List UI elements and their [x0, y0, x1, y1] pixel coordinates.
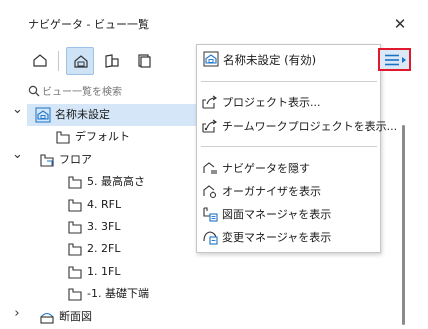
- tree-item-label: 断面図: [59, 309, 92, 323]
- tree-item[interactable]: 2. 2FL: [0, 238, 200, 260]
- title-bar: ナビゲータ - ビュー一覧 ✕: [0, 0, 428, 38]
- menu-item-label: オーガナイザを表示: [222, 185, 321, 198]
- tree-item[interactable]: 3. 3FL: [0, 216, 200, 238]
- view-icon: [67, 174, 83, 194]
- menu-item-label: 変更マネージャを表示: [222, 231, 332, 244]
- view-map-button[interactable]: [66, 47, 94, 75]
- tree-item[interactable]: ⌄ フロア: [0, 148, 200, 172]
- view-icon: [67, 286, 83, 306]
- tree-item-label: -1. 基礎下端: [87, 287, 149, 301]
- chevron-down-icon[interactable]: ⌄: [12, 103, 23, 116]
- options-menu-button[interactable]: [378, 48, 411, 71]
- menu-item-show-drawing-manager[interactable]: 図面マネージャを表示: [197, 203, 380, 225]
- dropdown-header-label: 名称未設定 (有効): [223, 53, 317, 67]
- menu-item-label: ナビゲータを隠す: [222, 162, 310, 175]
- toolbar-divider: [58, 51, 59, 71]
- view-map-root-icon: [35, 107, 51, 127]
- view-icon: [67, 264, 83, 284]
- close-icon[interactable]: ✕: [392, 16, 408, 32]
- dropdown-divider: [201, 81, 377, 82]
- tree-item[interactable]: 4. RFL: [0, 194, 200, 216]
- section-folder-icon: [39, 309, 55, 329]
- organizer-icon: [203, 185, 217, 199]
- tree-item[interactable]: › 断面図: [0, 306, 200, 328]
- tree-item[interactable]: デフォルト: [0, 126, 200, 148]
- navigator-window: ナビゲータ - ビュー一覧 ✕ ビュー一覧を検索 ⌄ 名称未設定 デフォルト ⌄…: [0, 0, 428, 325]
- tree-item-label: 1. 1FL: [87, 264, 121, 278]
- tree-scrollbar-thumb[interactable]: [402, 125, 405, 325]
- tree-item-label: 2. 2FL: [87, 242, 121, 256]
- tree-item-label: 3. 3FL: [87, 220, 121, 233]
- tree-item[interactable]: 5. 最高高さ: [0, 171, 200, 193]
- tree-item-label: 名称未設定: [55, 108, 110, 121]
- menu-item-show-organizer[interactable]: オーガナイザを表示: [197, 180, 380, 202]
- open-project-icon: [202, 95, 217, 109]
- publisher-sets-icon: [138, 54, 151, 68]
- dropdown-header: 名称未設定 (有効): [197, 45, 380, 75]
- chevron-down-icon[interactable]: ⌄: [12, 148, 23, 161]
- tree-item-label: フロア: [59, 152, 92, 166]
- chevron-right-icon[interactable]: ›: [12, 307, 22, 320]
- view-icon: [55, 129, 71, 149]
- tree-item[interactable]: ⌄ 名称未設定: [12, 103, 198, 127]
- search-box: [26, 82, 198, 102]
- search-input[interactable]: [42, 82, 192, 102]
- tree-item-label: 4. RFL: [87, 197, 122, 211]
- drawing-manager-icon: [203, 207, 218, 222]
- hide-navigator-icon: [203, 162, 217, 174]
- hamburger-menu-icon: [385, 54, 406, 66]
- menu-item-show-change-manager[interactable]: 変更マネージャを表示: [197, 226, 380, 248]
- project-map-button[interactable]: [26, 47, 54, 75]
- tree-item-label: 5. 最高高さ: [87, 175, 145, 189]
- view-icon: [67, 241, 83, 261]
- menu-item-label: 図面マネージャを表示: [222, 208, 332, 221]
- publisher-sets-button[interactable]: [130, 47, 158, 75]
- project-map-icon: [33, 54, 47, 67]
- menu-item-label: チームワークプロジェクトを表示...: [222, 120, 398, 133]
- view-icon: [67, 197, 83, 217]
- dropdown-divider: [201, 146, 377, 147]
- view-map-tree: ⌄ 名称未設定デフォルト ⌄ フロア 5. 最高高さ 4. RFL 3. 3FL 2. 2FL…: [0, 103, 200, 328]
- menu-item-label: プロジェクト表示...: [222, 96, 321, 109]
- tree-item[interactable]: 1. 1FL: [0, 261, 200, 283]
- view-map-root-icon: [203, 51, 219, 67]
- change-manager-icon: [203, 231, 218, 245]
- view-map-icon: [74, 55, 88, 68]
- view-folder-icon: [39, 152, 55, 172]
- options-dropdown-menu: 名称未設定 (有効) プロジェクト表示... チームワークプロジェクトを表示..…: [196, 44, 397, 253]
- view-icon: [67, 219, 83, 239]
- menu-item-show-teamwork-project[interactable]: チームワークプロジェクトを表示...: [197, 115, 397, 137]
- open-teamwork-icon: [202, 119, 217, 133]
- layout-book-icon: [105, 54, 119, 68]
- menu-item-hide-navigator[interactable]: ナビゲータを隠す: [197, 157, 380, 179]
- menu-item-show-project[interactable]: プロジェクト表示...: [197, 91, 380, 113]
- tree-item[interactable]: -1. 基礎下端: [0, 283, 200, 305]
- window-title: ナビゲータ - ビュー一覧: [28, 18, 149, 31]
- tree-item-label: デフォルト: [75, 130, 130, 144]
- search-icon: [28, 85, 40, 97]
- layout-book-button[interactable]: [98, 47, 126, 75]
